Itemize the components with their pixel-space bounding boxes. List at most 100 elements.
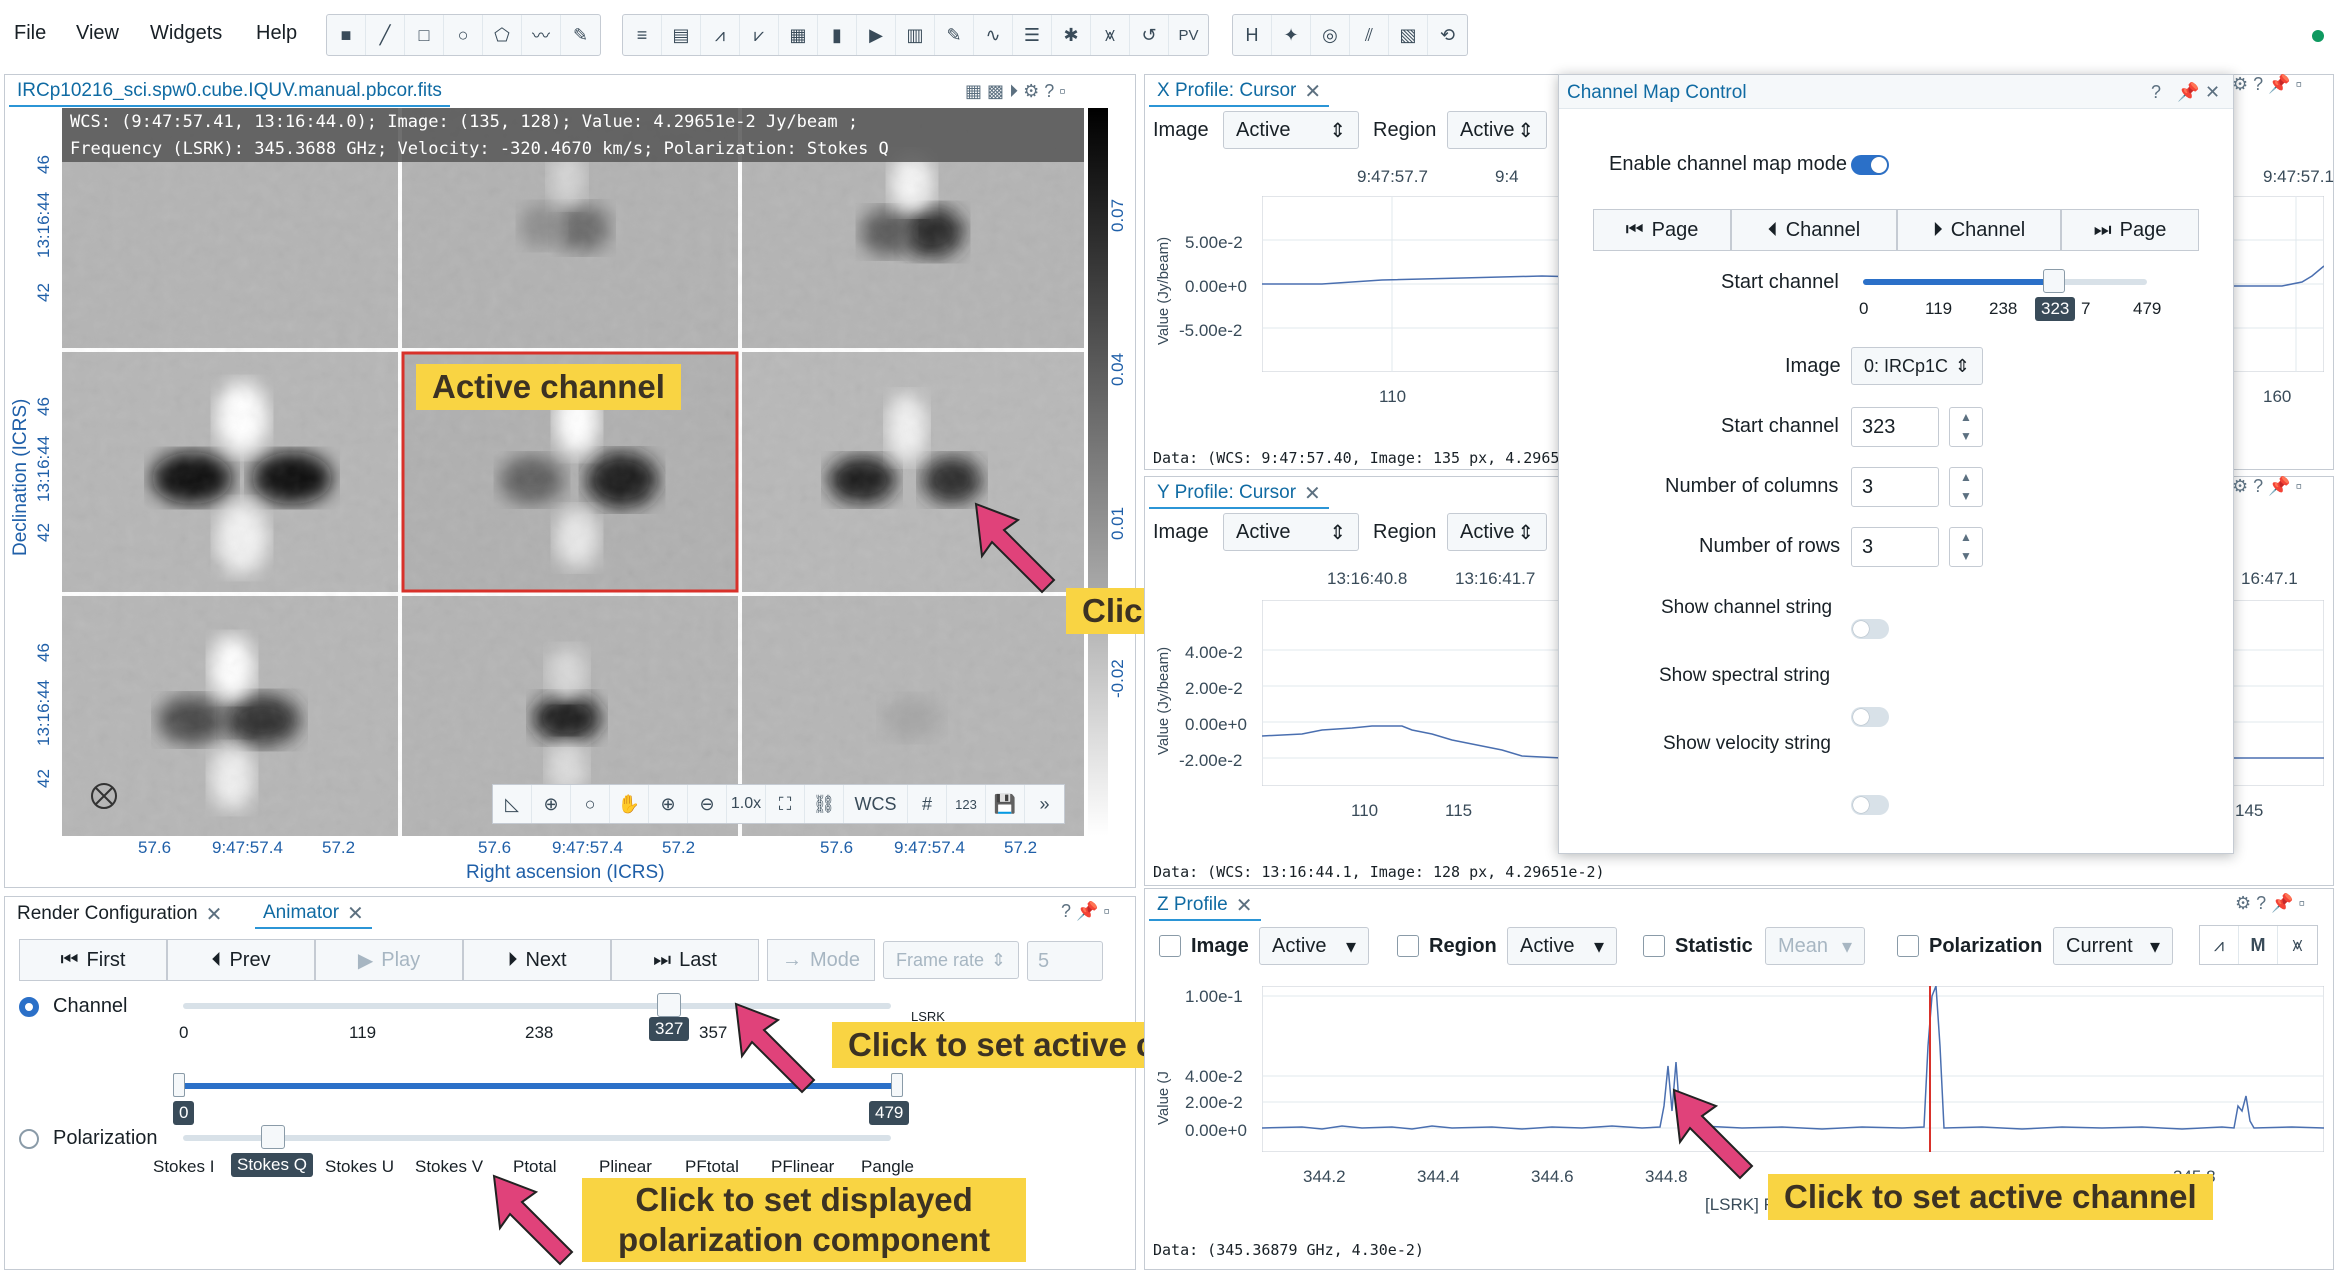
enable-toggle[interactable] bbox=[1851, 155, 1889, 175]
pol-option-pflinear[interactable]: PFlinear bbox=[771, 1157, 834, 1177]
moments-icon[interactable]: ⩙ bbox=[1091, 15, 1130, 55]
distance-measure-icon[interactable]: ◺ bbox=[493, 785, 532, 823]
channel-map-icon[interactable]: ▧ bbox=[1389, 15, 1428, 55]
columns-input[interactable]: 3 bbox=[1851, 467, 1939, 507]
prev-page-button[interactable]: ⏮ Page bbox=[1593, 209, 1731, 251]
play-button[interactable]: ▶ Play bbox=[315, 939, 463, 981]
pin-icon[interactable]: 📌 bbox=[2268, 476, 2290, 496]
zoom-in-icon[interactable]: ⊕ bbox=[649, 785, 688, 823]
help-icon[interactable]: ? bbox=[2256, 893, 2266, 913]
tile-icon[interactable]: ▩ bbox=[987, 81, 1004, 101]
menu-view[interactable]: View bbox=[76, 22, 119, 45]
wrench-icon[interactable]: ✦ bbox=[1272, 15, 1311, 55]
zoom-fit-icon[interactable]: ⛶ bbox=[766, 785, 805, 823]
menu-widgets[interactable]: Widgets bbox=[150, 22, 222, 45]
channel-map-image[interactable] bbox=[62, 108, 1084, 836]
mode-button[interactable]: → Mode bbox=[767, 939, 875, 981]
zoom-one-button[interactable]: 1.0x bbox=[727, 785, 766, 823]
prev-button[interactable]: ⏴ Prev bbox=[167, 939, 315, 981]
show-spectral-toggle[interactable] bbox=[1851, 707, 1889, 727]
range-min-handle[interactable] bbox=[173, 1073, 185, 1097]
grid-layout-icon[interactable]: ▦ bbox=[965, 81, 982, 101]
colorbar[interactable] bbox=[1088, 108, 1108, 836]
zoom-out-icon[interactable]: ⊖ bbox=[688, 785, 727, 823]
link-icon[interactable]: ⛓ bbox=[805, 785, 844, 823]
smoothing-icon[interactable]: ⩙ bbox=[2278, 926, 2317, 964]
z-profile-plot[interactable] bbox=[1262, 986, 2324, 1152]
range-slider-track[interactable] bbox=[181, 1083, 897, 1089]
z-statistic-checkbox[interactable] bbox=[1643, 935, 1665, 957]
channel-slider-handle[interactable] bbox=[657, 993, 681, 1017]
catalog-icon[interactable]: ✱ bbox=[1052, 15, 1091, 55]
edit-icon[interactable]: ✎ bbox=[561, 15, 600, 55]
stokes-icon[interactable]: ⫽ bbox=[1350, 15, 1389, 55]
minimize-icon[interactable]: ▫ bbox=[2299, 893, 2305, 913]
vector-icon[interactable]: ↺ bbox=[1130, 15, 1169, 55]
label-123-button[interactable]: 123 bbox=[947, 785, 986, 823]
minimize-icon[interactable]: ▫ bbox=[2296, 476, 2302, 496]
frame-rate-input[interactable]: 5 bbox=[1027, 941, 1103, 981]
minimize-icon[interactable]: ▫ bbox=[1059, 81, 1065, 101]
minimize-icon[interactable]: ▫ bbox=[1103, 901, 1109, 921]
contour-icon[interactable]: ◎ bbox=[1311, 15, 1350, 55]
polarization-radio[interactable] bbox=[19, 1129, 39, 1149]
close-icon[interactable]: ✕ bbox=[1304, 481, 1321, 506]
image-info-icon[interactable]: ▤ bbox=[662, 15, 701, 55]
histogram-icon[interactable]: ▮ bbox=[818, 15, 857, 55]
pol-option-plinear[interactable]: Plinear bbox=[599, 1157, 652, 1177]
start-channel-input[interactable]: 323 bbox=[1851, 407, 1939, 447]
close-icon[interactable]: ✕ bbox=[1304, 79, 1321, 104]
tab-y-profile[interactable]: Y Profile: Cursor ✕ bbox=[1149, 479, 1329, 509]
close-icon[interactable]: ✕ bbox=[1236, 893, 1253, 918]
spatial-profiler-icon[interactable]: ⩘ bbox=[701, 15, 740, 55]
pol-option-ptotal[interactable]: Ptotal bbox=[513, 1157, 556, 1177]
last-button[interactable]: ⏭ Last bbox=[611, 939, 759, 981]
pol-option-stokes-q[interactable]: Stokes Q bbox=[231, 1153, 313, 1177]
pol-option-stokes-v[interactable]: Stokes V bbox=[415, 1157, 483, 1177]
ellipse-icon[interactable]: ○ bbox=[444, 15, 483, 55]
range-max-handle[interactable] bbox=[891, 1073, 903, 1097]
y-image-select[interactable]: Active ⇕ bbox=[1223, 513, 1359, 551]
tab-render-config[interactable]: Render Configuration ✕ bbox=[9, 899, 230, 929]
annotation-icon[interactable]: ✎ bbox=[935, 15, 974, 55]
save-icon[interactable]: 💾 bbox=[986, 785, 1025, 823]
settings-icon[interactable]: ⚙ bbox=[2232, 476, 2248, 496]
prev-channel-button[interactable]: ⏴ Channel bbox=[1731, 209, 1897, 251]
channel-radio[interactable] bbox=[19, 997, 39, 1017]
table-icon[interactable]: ▥ bbox=[896, 15, 935, 55]
x-region-select[interactable]: Active ⇕ bbox=[1447, 111, 1547, 149]
z-region-select[interactable]: Active ▾ bbox=[1507, 927, 1617, 965]
settings-icon[interactable]: ⚙ bbox=[1023, 81, 1039, 101]
pol-option-stokes-u[interactable]: Stokes U bbox=[325, 1157, 394, 1177]
next-channel-button[interactable]: ⏵ Channel bbox=[1897, 209, 2061, 251]
show-velocity-toggle[interactable] bbox=[1851, 795, 1889, 815]
pv-icon[interactable]: PV bbox=[1169, 15, 1208, 55]
moments-button[interactable]: M bbox=[2239, 926, 2278, 964]
rows-input[interactable]: 3 bbox=[1851, 527, 1939, 567]
fitting-icon[interactable]: ⟲ bbox=[1428, 15, 1467, 55]
next-button[interactable]: ⏵ Next bbox=[463, 939, 611, 981]
pin-icon[interactable]: 📌 bbox=[2177, 82, 2199, 103]
image-select[interactable]: 0: IRCp1C ⇕ bbox=[1851, 347, 1983, 385]
rows-stepper[interactable]: ▲ ▼ bbox=[1949, 527, 1983, 567]
start-channel-handle[interactable] bbox=[2043, 269, 2065, 293]
line-fit-icon[interactable]: ⩘ bbox=[2200, 926, 2239, 964]
z-polarization-select[interactable]: Current ▾ bbox=[2053, 927, 2173, 965]
tab-animator[interactable]: Animator ✕ bbox=[255, 899, 372, 929]
calculator-icon[interactable]: ▦ bbox=[779, 15, 818, 55]
columns-stepper[interactable]: ▲ ▼ bbox=[1949, 467, 1983, 507]
line-icon[interactable]: ╱ bbox=[366, 15, 405, 55]
close-icon[interactable]: ✕ bbox=[2205, 82, 2220, 103]
next-image-icon[interactable]: ⏵ bbox=[1009, 81, 1018, 101]
settings-icon[interactable]: ⚙ bbox=[2235, 893, 2251, 913]
help-icon[interactable]: ? bbox=[2253, 476, 2263, 496]
expand-icon[interactable]: » bbox=[1025, 785, 1064, 823]
channel-slider-track[interactable] bbox=[183, 1003, 891, 1009]
spectral-profiler-icon[interactable]: ⩗ bbox=[740, 15, 779, 55]
z-region-checkbox[interactable] bbox=[1397, 935, 1419, 957]
tab-image-viewer[interactable]: IRCp10216_sci.spw0.cube.IQUV.manual.pbco… bbox=[9, 77, 450, 107]
pin-icon[interactable]: 📌 bbox=[2268, 74, 2290, 94]
polygon-icon[interactable]: ⬠ bbox=[483, 15, 522, 55]
show-channel-toggle[interactable] bbox=[1851, 619, 1889, 639]
rectangle-fill-icon[interactable]: ■ bbox=[327, 15, 366, 55]
